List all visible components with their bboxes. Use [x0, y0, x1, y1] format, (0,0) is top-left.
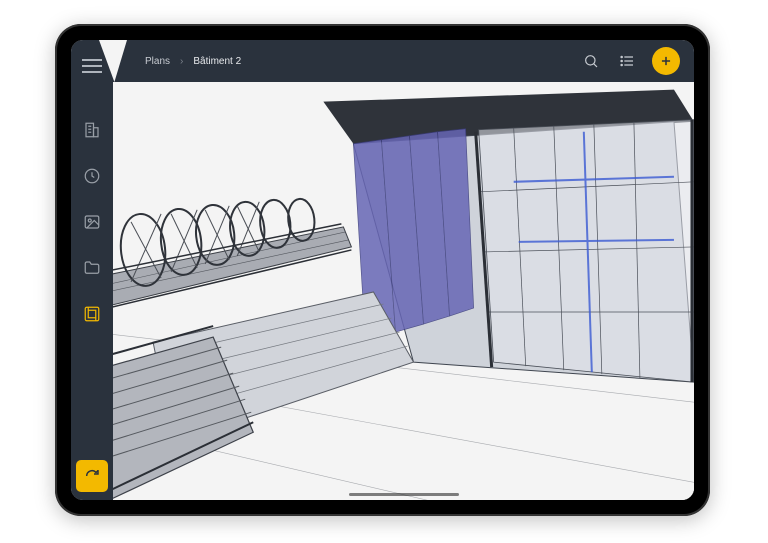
- sidebar: [71, 40, 113, 500]
- sidebar-nav: [78, 116, 106, 328]
- list-view-icon[interactable]: [616, 50, 638, 72]
- menu-icon[interactable]: [82, 56, 102, 76]
- add-button[interactable]: [652, 47, 680, 75]
- app-screen: Plans › Bâtiment 2: [71, 40, 694, 500]
- breadcrumb-current[interactable]: Bâtiment 2: [193, 56, 241, 67]
- search-icon[interactable]: [580, 50, 602, 72]
- image-icon[interactable]: [78, 208, 106, 236]
- main-area: Plans › Bâtiment 2: [113, 40, 694, 500]
- tablet-frame: Plans › Bâtiment 2: [55, 24, 710, 516]
- home-indicator: [349, 493, 459, 496]
- breadcrumb[interactable]: Plans › Bâtiment 2: [145, 56, 241, 67]
- model-viewport[interactable]: [113, 82, 694, 500]
- folder-icon[interactable]: [78, 254, 106, 282]
- refresh-button[interactable]: [76, 460, 108, 492]
- building-icon[interactable]: [78, 116, 106, 144]
- clock-icon[interactable]: [78, 162, 106, 190]
- breadcrumb-parent[interactable]: Plans: [145, 56, 170, 67]
- topbar: Plans › Bâtiment 2: [113, 40, 694, 82]
- topbar-actions: [580, 47, 680, 75]
- breadcrumb-separator: ›: [180, 56, 183, 67]
- bim-icon[interactable]: [78, 300, 106, 328]
